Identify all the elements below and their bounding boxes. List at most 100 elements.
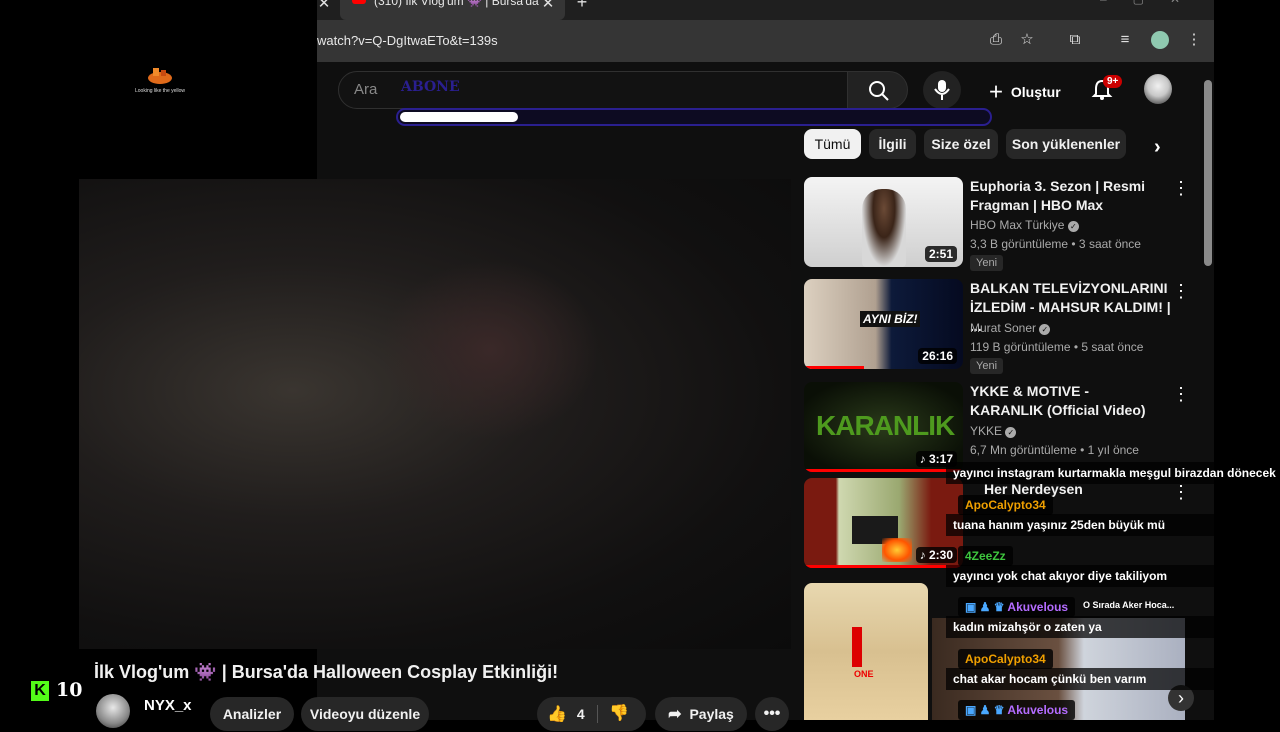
music-note-icon: ♪ (919, 548, 929, 562)
webcam-caption: O Sırada Aker Hoca... (1083, 600, 1175, 610)
chat-username: ApoCalypto34 (958, 649, 1053, 669)
search-placeholder: Ara (354, 81, 378, 98)
thumb-text: AYNI BİZ! (860, 311, 921, 327)
share-button[interactable]: ➦ Paylaş (655, 697, 747, 731)
kick-icon: K (31, 681, 49, 701)
music-note-icon: ♪ (919, 452, 929, 466)
more-options-icon[interactable]: ⋮ (1172, 282, 1190, 300)
youtube-favicon-icon (352, 0, 366, 4)
more-options-icon[interactable]: ⋮ (1172, 483, 1190, 501)
thumb-arrow (852, 627, 862, 667)
new-badge: Yeni (970, 358, 1004, 374)
more-options-icon[interactable]: ⋮ (1172, 179, 1190, 197)
like-button[interactable]: 👍 4 (547, 697, 585, 732)
chevron-right-icon[interactable]: › (1154, 136, 1161, 159)
create-label: Oluştur (1010, 84, 1061, 101)
filter-chip-all[interactable]: Tümü (804, 129, 861, 159)
close-tab-icon[interactable]: ✕ (316, 0, 332, 12)
plus-icon: + (989, 78, 1004, 106)
search-button[interactable] (847, 71, 908, 109)
stream-logo (145, 64, 175, 86)
channel-avatar[interactable] (96, 694, 130, 728)
analytics-button[interactable]: Analizler (210, 697, 294, 731)
channel-name: Murat Soner (970, 321, 1037, 335)
notification-badge: 9+ (1103, 75, 1123, 88)
thumb-fire (882, 538, 912, 562)
search-input[interactable]: Ara ABONE (338, 71, 848, 109)
kick-count: 10 (56, 679, 83, 701)
search-icon (869, 81, 889, 101)
duration-badge: ♪ 2:30 (915, 547, 957, 563)
watch-progress (804, 366, 864, 369)
thumbs-up-icon: 👍 (547, 706, 567, 723)
chat-user-row: ▣ ♟ ♛ Akuvelous (958, 700, 1076, 720)
close-tab-icon[interactable]: ✕ (540, 0, 556, 12)
rec-thumbnail-partial[interactable]: ONE (804, 583, 928, 720)
verified-icon: ✓ (1039, 324, 1051, 335)
microphone-icon (934, 80, 950, 100)
chat-message: tuana hanım yaşınız 25den büyük mü (946, 514, 1280, 536)
profile-avatar-icon[interactable] (1151, 31, 1169, 49)
channel-name[interactable]: NYX_x (144, 697, 192, 714)
new-badge: Yeni (970, 255, 1004, 271)
rec-meta: 3,3 B görüntüleme • 3 saat önce (970, 237, 1141, 251)
channel-name: HBO Max Türkiye (970, 218, 1065, 232)
rec-thumbnail[interactable]: 2:51 (804, 177, 963, 267)
extensions-icon[interactable]: ⧉ (1067, 32, 1083, 48)
rec-thumbnail[interactable]: ♪ 2:30 (804, 478, 963, 568)
rec-title[interactable]: YKKE & MOTIVE - KARANLIK (Official Video… (970, 382, 1160, 420)
window-controls: –▢✕ (1100, 0, 1206, 6)
rec-thumbnail[interactable]: AYNI BİZ! 26:16 (804, 279, 963, 369)
watch-progress (804, 469, 963, 472)
rec-meta: 119 B görüntüleme • 5 saat önce (970, 340, 1144, 354)
verified-icon: ✓ (1005, 427, 1017, 438)
chat-user-row: ▣ ♟ ♛ Akuvelous (958, 597, 1076, 617)
rec-meta: 6,7 Mn görüntüleme • 1 yıl önce (970, 443, 1139, 457)
filter-chip-for-you[interactable]: Size özel (924, 129, 998, 159)
new-tab-icon[interactable]: + (574, 0, 590, 11)
thumb-one-text: ONE (854, 669, 874, 679)
chat-username: ApoCalypto34 (958, 495, 1053, 515)
chat-message: kadın mizahşör o zaten ya (946, 616, 1280, 638)
abone-progress-track (396, 108, 992, 126)
browser-menu-icon[interactable]: ⋮ (1186, 32, 1202, 48)
tab-title: (310) İlk Vlog'um 👾 | Bursa'da (374, 0, 539, 8)
rec-title[interactable]: Euphoria 3. Sezon | Resmi Fragman | HBO … (970, 177, 1170, 215)
video-frame-blur (380, 260, 600, 440)
edit-video-button[interactable]: Videoyu düzenle (301, 697, 429, 731)
badge-icons: ▣ ♟ ♛ (965, 600, 1008, 614)
share-icon: ➦ (668, 706, 682, 723)
scrollbar-thumb[interactable] (1204, 80, 1212, 266)
rec-thumbnail[interactable]: KARANLIK ♪ 3:17 (804, 382, 963, 472)
create-button[interactable]: + Oluştur (989, 78, 1061, 106)
bookmark-star-icon[interactable]: ☆ (1019, 32, 1035, 48)
chat-message: yayıncı yok chat akıyor diye takiliyom (946, 565, 1280, 587)
thumb-text: KARANLIK (816, 410, 955, 441)
filter-chip-recent[interactable]: Son yüklenenler (1006, 129, 1126, 159)
watch-progress (804, 565, 963, 568)
abone-overlay-label: ABONE (401, 79, 460, 95)
divider (597, 705, 598, 723)
voice-search-button[interactable] (923, 71, 961, 109)
rec-channel[interactable]: YKKE ✓ (970, 424, 1017, 438)
notifications-button[interactable]: 9+ (1091, 75, 1123, 103)
more-options-icon[interactable]: ⋮ (1172, 385, 1190, 403)
chat-username: Akuvelous (1007, 703, 1069, 717)
stream-logo-caption: Looking like the yellow (134, 88, 186, 94)
media-control-icon[interactable]: ≡ (1117, 32, 1133, 48)
badge-icons: ▣ ♟ ♛ (965, 703, 1008, 717)
url-field[interactable]: watch?v=Q-DgItwaETo&t=139s (317, 33, 498, 48)
install-app-icon[interactable]: ⎙ (988, 32, 1004, 48)
account-avatar[interactable] (1144, 74, 1172, 104)
filter-chip-related[interactable]: İlgili (869, 129, 916, 159)
rec-channel[interactable]: HBO Max Türkiye ✓ (970, 218, 1079, 232)
browser-tab-active[interactable]: (310) İlk Vlog'um 👾 | Bursa'da ✕ (340, 0, 565, 20)
chat-message: chat akar hocam çünkü ben varım (946, 668, 1280, 690)
thumbs-down-icon[interactable]: 👎 (609, 697, 629, 731)
duration-badge: 26:16 (918, 348, 957, 364)
chat-username: Akuvelous (1007, 600, 1069, 614)
channel-name: YKKE (970, 424, 1003, 438)
rec-channel[interactable]: Murat Soner ✓ (970, 321, 1051, 335)
video-title: İlk Vlog'um 👾 | Bursa'da Halloween Cospl… (94, 662, 559, 682)
more-actions-button[interactable]: ••• (755, 697, 789, 731)
